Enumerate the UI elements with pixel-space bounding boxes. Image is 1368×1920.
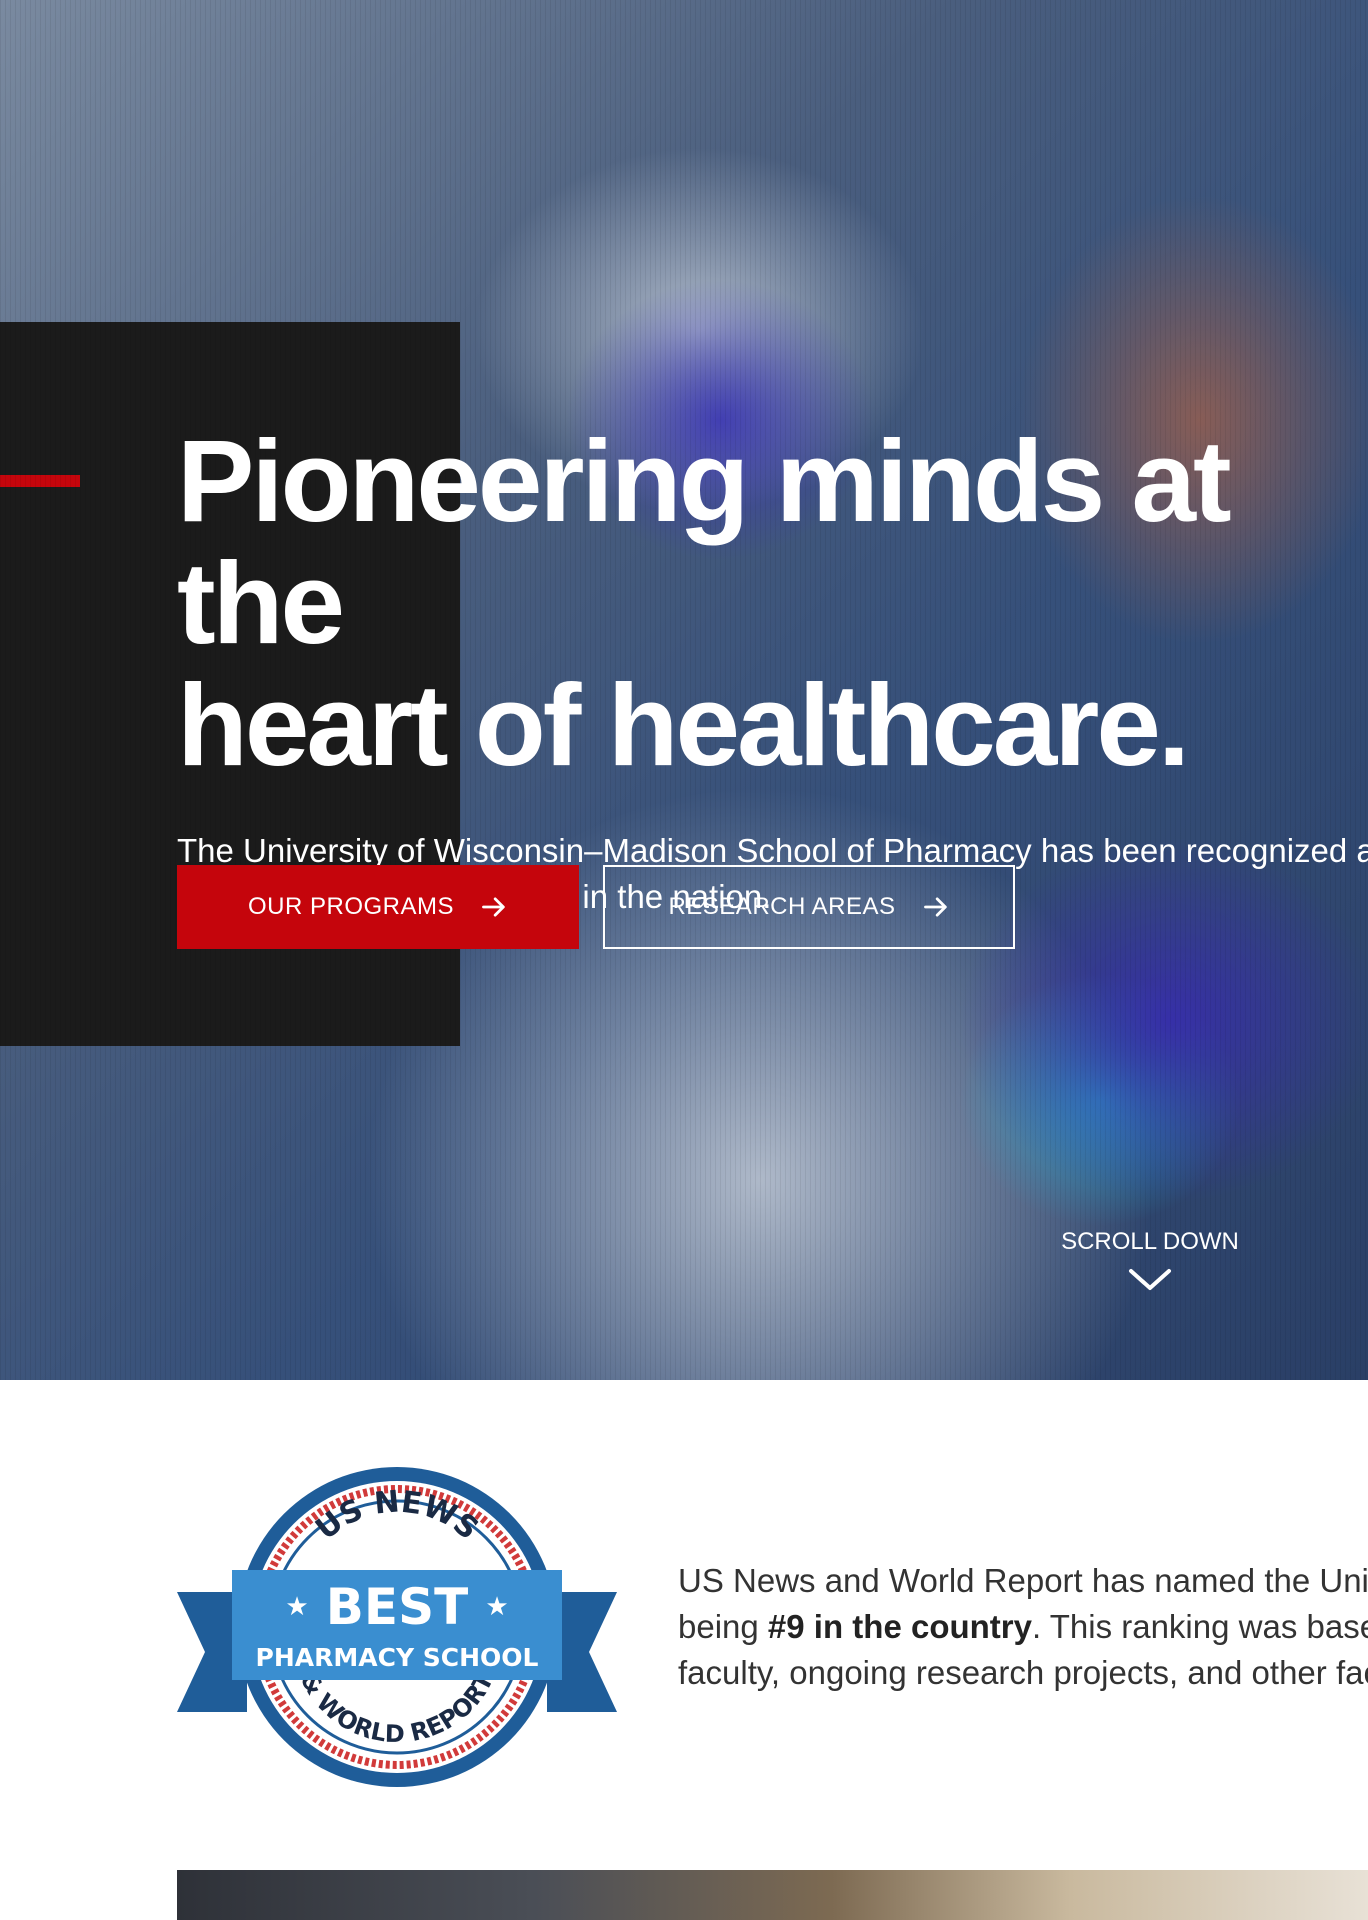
arrow-right-icon	[923, 897, 947, 917]
students-photo-strip	[177, 1870, 1368, 1920]
scroll-down-link[interactable]: SCROLL DOWN	[1060, 1228, 1240, 1294]
our-programs-label: OUR PROGRAMS	[247, 893, 454, 920]
us-news-badge: US NEWS & WORLD REPORT ★ ★ BEST PHARMACY…	[177, 1467, 617, 1787]
accent-red-bar	[0, 475, 80, 487]
hero-title-line2: heart of healthcare.	[177, 660, 1190, 790]
arrow-right-icon	[482, 897, 505, 917]
research-areas-label: RESEARCH AREAS	[668, 893, 896, 920]
ranking-line2-before: being	[678, 1608, 768, 1645]
badge-ribbon-text: PHARMACY SCHOOL	[256, 1643, 539, 1672]
badge-best: BEST	[326, 1578, 468, 1636]
hero-content: Pioneering minds at the heart of healthc…	[177, 420, 1368, 920]
ranking-description: US News and World Report has named the U…	[678, 1558, 1368, 1696]
star-icon: ★	[285, 1591, 308, 1621]
ranking-line1: US News and World Report has named the U…	[678, 1562, 1368, 1599]
chevron-down-icon	[1129, 1269, 1171, 1290]
ranking-section: US NEWS & WORLD REPORT ★ ★ BEST PHARMACY…	[0, 1380, 1368, 1860]
ranking-line3: faculty, ongoing research projects, and …	[678, 1654, 1368, 1691]
star-icon: ★	[485, 1591, 508, 1621]
research-areas-button[interactable]: RESEARCH AREAS	[603, 865, 1015, 949]
hero-title: Pioneering minds at the heart of healthc…	[177, 420, 1368, 786]
ranking-highlight: #9 in the country	[767, 1608, 1032, 1645]
hero-section: Pioneering minds at the heart of healthc…	[0, 0, 1368, 1380]
ranking-line2-after: . This ranking was based o	[1031, 1608, 1368, 1645]
hero-subtitle-line1: The University of Wisconsin–Madison Scho…	[177, 832, 1368, 869]
hero-title-line1: Pioneering minds at the	[177, 416, 1232, 668]
our-programs-button[interactable]: OUR PROGRAMS	[177, 865, 579, 949]
scroll-down-label: SCROLL DOWN	[1061, 1228, 1239, 1255]
hero-cta-row: OUR PROGRAMS RESEARCH AREAS	[177, 865, 1015, 949]
